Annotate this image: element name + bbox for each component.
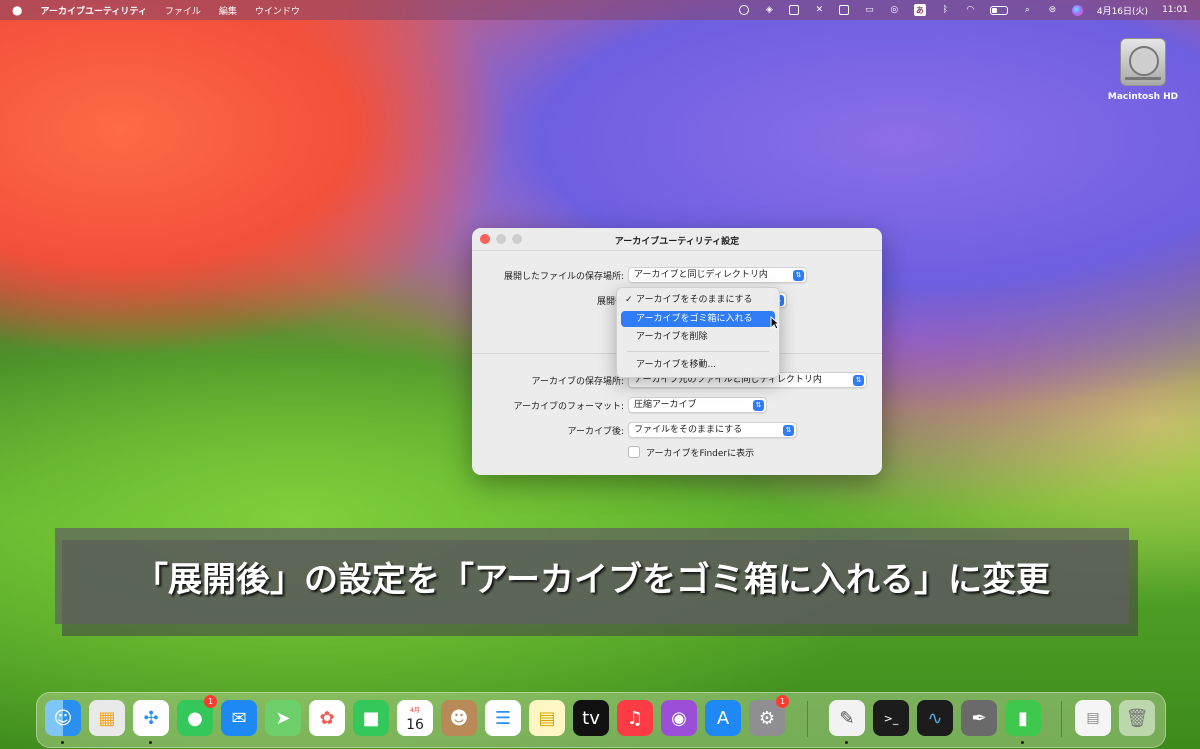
record-icon[interactable] [739,5,750,16]
title-bar: アーカイブユーティリティ設定 [472,228,882,251]
window-title: アーカイブユーティリティ設定 [614,237,740,247]
photos-icon[interactable]: ✿ [309,700,345,736]
menu-file[interactable]: ファイル [165,4,201,17]
popup-stepper-icon: ⇅ [783,425,794,436]
contacts-icon[interactable]: ☻ [441,700,477,736]
menu-separator [627,351,769,352]
dock: ☺ ▦ ✣ ● 1 ✉ ➤ ✿ ■ 4月 16 ☻ ☰ ▤ tv ♫ ◉ A ⚙ 1… [36,692,1166,748]
menubar-time[interactable]: 11:01 [1162,5,1188,15]
document-icon[interactable]: ▤ [1075,700,1111,736]
calendar-month: 4月 [410,707,420,714]
dock-divider [807,701,808,737]
terminal-icon[interactable]: >_ [873,700,909,736]
menu-window[interactable]: ウインドウ [255,4,300,17]
mail-icon[interactable]: ✉ [221,700,257,736]
caption-text: 「展開後」の設定を「アーカイブをゴミ箱に入れる」に変更 [134,559,1050,600]
layers-icon[interactable]: ◈ [764,5,775,16]
menu-edit[interactable]: 編集 [219,4,237,17]
after-expand-menu: ✓ アーカイブをそのままにする アーカイブをゴミ箱に入れる アーカイブを削除 ア… [616,287,780,378]
app-menu[interactable]: アーカイブユーティリティ [40,4,146,17]
running-indicator [845,741,848,744]
macintosh-hd-label: Macintosh HD [1107,92,1179,102]
display-icon[interactable]: ▭ [864,5,875,16]
menu-item-label: アーカイブをそのままにする [636,295,753,305]
calendar-icon[interactable]: 4月 16 [397,700,433,736]
menu-item-label: アーカイブをゴミ箱に入れる [636,314,753,324]
textedit-icon[interactable]: ✎ [829,700,865,744]
mute-icon[interactable]: ✕ [814,5,825,16]
menu-bar: ● アーカイブユーティリティ ファイル 編集 ウインドウ ◈ ✕ ▭ ◎ あ ᛒ… [0,0,1200,20]
reminders-icon[interactable]: ☰ [485,700,521,736]
input-method-icon[interactable]: あ [913,4,926,16]
hard-disk-icon [1120,38,1166,86]
macintosh-hd[interactable]: Macintosh HD [1105,38,1181,102]
menu-item-move-to-trash[interactable]: アーカイブをゴミ箱に入れる [621,311,775,327]
system-settings-icon[interactable]: ⚙ 1 [749,695,789,736]
menubar-date[interactable]: 4月16日(火) [1097,4,1148,17]
after-archive-popup[interactable]: ファイルをそのままにする ⇅ [628,422,797,438]
messages-badge: 1 [204,695,217,708]
expand-location-popup[interactable]: アーカイブと同じディレクトリ内 ⇅ [628,267,807,283]
finder-icon[interactable]: ☺ [45,700,81,744]
menu-item-keep-archive[interactable]: ✓ アーカイブをそのままにする [621,292,775,308]
popup-stepper-icon: ⇅ [853,375,864,386]
messages-icon[interactable]: ● 1 [177,695,217,736]
after-archive-value: ファイルをそのままにする [634,425,743,435]
menu-item-label: アーカイブを移動... [636,360,717,370]
music-icon[interactable]: ♫ [617,700,653,736]
after-expand-label: 展開後 [596,296,624,307]
wifi-icon[interactable]: ◠ [965,5,976,16]
show-in-finder-checkbox[interactable] [628,446,640,458]
podcasts-icon[interactable]: ◉ [661,700,697,736]
screen-icon[interactable] [789,5,800,16]
running-indicator [1021,741,1024,744]
archive-format-label: アーカイブのフォーマット: [513,401,625,412]
notes-icon[interactable]: ▤ [529,700,565,736]
search-icon[interactable]: ⌕ [1022,5,1033,16]
popup-stepper-icon: ⇅ [753,400,764,411]
running-indicator [61,741,64,744]
facetime-icon[interactable]: ■ [353,700,389,736]
control-center-icon[interactable]: ⊜ [1047,5,1058,16]
airplay-icon[interactable]: ◎ [889,5,900,16]
maps-icon[interactable]: ➤ [265,700,301,736]
app-store-icon[interactable]: A [705,700,741,736]
menu-item-delete-archive[interactable]: アーカイブを削除 [621,329,775,345]
popup-stepper-icon: ⇅ [793,270,804,281]
after-archive-label: アーカイブ後: [567,426,625,437]
siri-icon[interactable] [1071,4,1083,16]
bluetooth-icon[interactable]: ᛒ [940,5,951,16]
archive-format-popup[interactable]: 圧縮アーカイブ ⇅ [628,397,767,413]
trash-icon[interactable]: 🗑 [1119,700,1155,736]
menu-item-label: アーカイブを削除 [636,332,708,342]
menu-item-move-archive[interactable]: アーカイブを移動... [621,357,775,373]
calendar-day: 16 [406,717,424,733]
archive-format-value: 圧縮アーカイブ [634,400,697,410]
show-in-finder-label: アーカイブをFinderに表示 [646,448,755,459]
archive-utility-icon[interactable]: ▮ [1005,700,1041,744]
mouse-pointer-icon [770,316,780,330]
expand-location-label: 展開したファイルの保存場所: [503,271,624,282]
windows-icon[interactable] [839,5,850,16]
archive-location-label: アーカイブの保存場所: [531,376,625,387]
apple-tv-icon[interactable]: tv [573,700,609,736]
expand-location-value: アーカイブと同じディレクトリ内 [634,270,768,280]
battery-icon[interactable] [989,5,1008,15]
apple-menu-icon[interactable]: ● [12,3,22,17]
safari-icon[interactable]: ✣ [133,700,169,744]
dock-divider [1061,701,1062,737]
launchpad-icon[interactable]: ▦ [89,700,125,736]
checkmark-icon: ✓ [625,295,633,305]
running-indicator [149,741,152,744]
settings-badge: 1 [776,695,789,708]
activity-monitor-icon[interactable]: ∿ [917,700,953,736]
script-editor-icon[interactable]: ✒ [961,700,997,736]
caption-banner: 「展開後」の設定を「アーカイブをゴミ箱に入れる」に変更 [55,528,1129,624]
